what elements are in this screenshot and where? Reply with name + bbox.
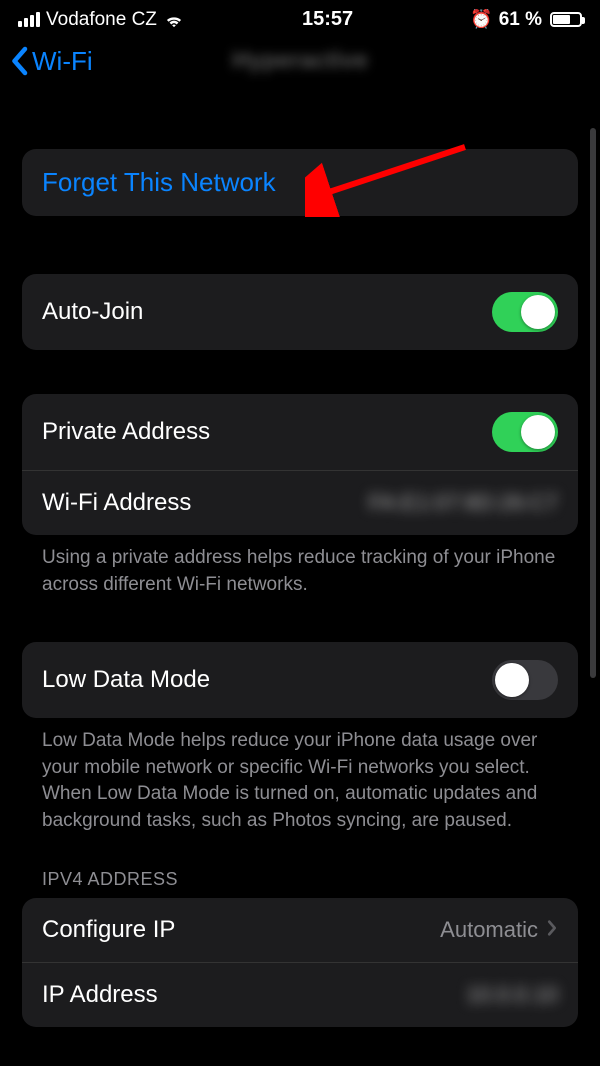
scrollbar[interactable] (590, 128, 596, 678)
configure-ip-row[interactable]: Configure IP Automatic (22, 898, 578, 962)
navigation-bar: Wi-Fi Hyperactive (0, 35, 600, 91)
ip-address-row: IP Address 10.0.0.10 (22, 962, 578, 1027)
configure-ip-label: Configure IP (42, 916, 175, 944)
auto-join-row: Auto-Join (22, 274, 578, 350)
private-address-row: Private Address (22, 394, 578, 470)
auto-join-toggle[interactable] (492, 292, 558, 332)
low-data-footer: Low Data Mode helps reduce your iPhone d… (22, 718, 578, 834)
back-label: Wi-Fi (32, 46, 93, 77)
auto-join-label: Auto-Join (42, 298, 143, 326)
low-data-toggle[interactable] (492, 660, 558, 700)
forget-network-label: Forget This Network (42, 167, 276, 198)
low-data-label: Low Data Mode (42, 666, 210, 694)
ipv4-header: IPV4 ADDRESS (22, 835, 578, 898)
ipv4-section: Configure IP Automatic IP Address 10.0.0… (22, 898, 578, 1027)
wifi-icon (163, 12, 185, 28)
battery-percent: 61 % (499, 9, 542, 31)
private-address-footer: Using a private address helps reduce tra… (22, 535, 578, 598)
chevron-left-icon (10, 46, 28, 76)
carrier-label: Vodafone CZ (46, 9, 157, 31)
wifi-address-row: Wi-Fi Address FA:E1:07:8D:26:C7 (22, 470, 578, 535)
configure-ip-value: Automatic (440, 917, 538, 943)
back-button[interactable]: Wi-Fi (10, 46, 93, 77)
private-address-section: Private Address Wi-Fi Address FA:E1:07:8… (22, 394, 578, 535)
battery-icon (550, 12, 582, 27)
private-address-toggle[interactable] (492, 412, 558, 452)
forget-network-button[interactable]: Forget This Network (22, 149, 578, 216)
status-bar: Vodafone CZ 15:57 ⏰ 61 % (0, 0, 600, 35)
page-title: Hyperactive (232, 47, 368, 75)
chevron-right-icon (546, 916, 558, 944)
status-time: 15:57 (302, 8, 353, 31)
wifi-address-value: FA:E1:07:8D:26:C7 (368, 490, 558, 516)
auto-join-section: Auto-Join (22, 274, 578, 350)
cellular-signal-icon (18, 12, 40, 27)
ip-address-label: IP Address (42, 981, 158, 1009)
wifi-address-label: Wi-Fi Address (42, 489, 191, 517)
ip-address-value: 10.0.0.10 (466, 982, 558, 1008)
alarm-icon: ⏰ (470, 9, 492, 30)
forget-network-section: Forget This Network (22, 149, 578, 216)
low-data-row: Low Data Mode (22, 642, 578, 718)
low-data-section: Low Data Mode (22, 642, 578, 718)
private-address-label: Private Address (42, 418, 210, 446)
